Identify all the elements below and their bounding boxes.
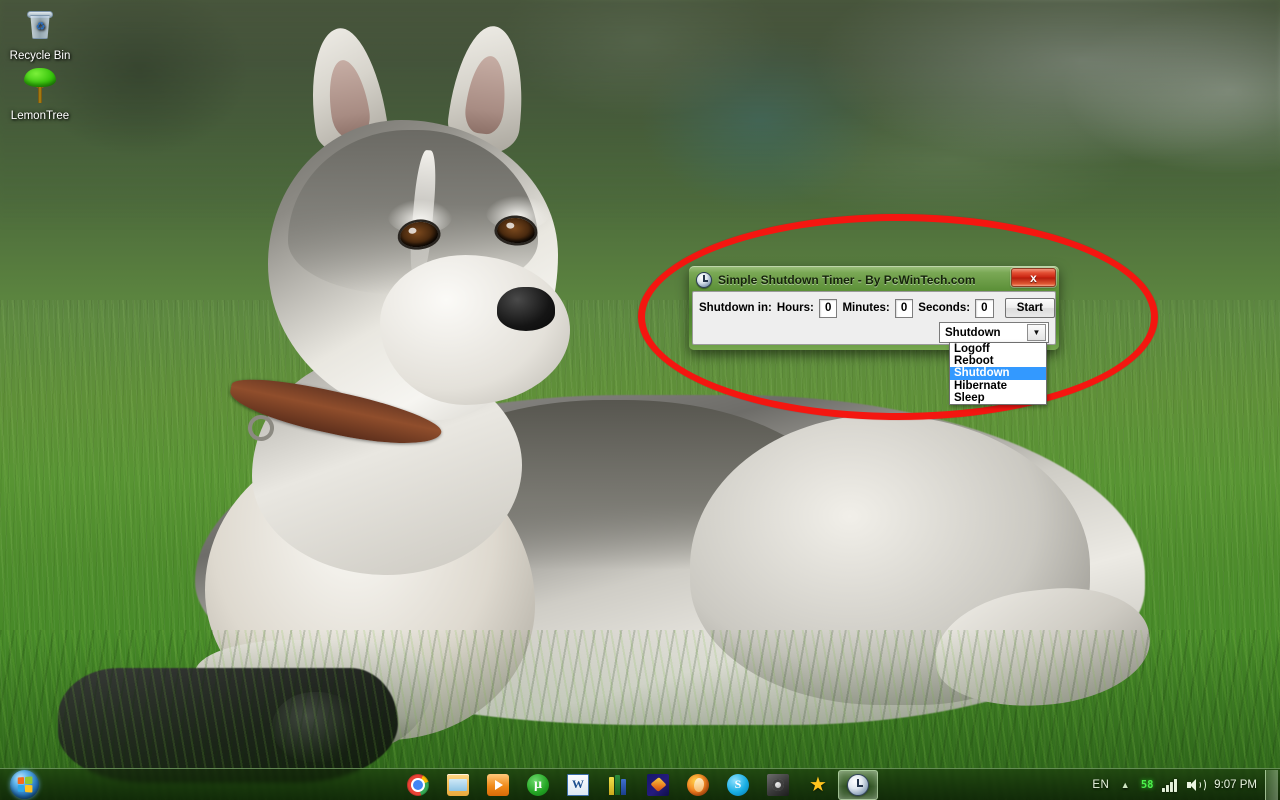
network-icon[interactable] — [1160, 777, 1184, 793]
desktop-icon-lemontree[interactable]: LemonTree — [2, 66, 78, 123]
recycle-bin-icon: ♻ — [2, 6, 78, 48]
taskbar-item-chrome[interactable] — [398, 770, 438, 800]
language-indicator[interactable]: EN — [1085, 779, 1116, 791]
taskbar-item-media-player[interactable] — [478, 770, 518, 800]
windows-logo-icon — [9, 770, 39, 799]
chevron-down-icon[interactable]: ▼ — [1027, 324, 1046, 341]
dropdown-item-logoff[interactable]: Logoff — [950, 343, 1046, 355]
show-desktop-button[interactable] — [1265, 769, 1278, 800]
taskbar-item-file-explorer[interactable] — [438, 770, 478, 800]
taskbar-item-utorrent[interactable]: µ — [518, 770, 558, 800]
taskbar-item-photo-editor[interactable] — [638, 770, 678, 800]
desktop-screen: ♻ Recycle Bin LemonTree Simple Shutdown … — [0, 0, 1280, 800]
window-client-area: Shutdown in: Hours: 0 Minutes: 0 Seconds… — [692, 291, 1056, 345]
dog-ear-inner-right — [462, 53, 511, 136]
taskbar-item-star-app[interactable]: ★ — [798, 770, 838, 800]
taskbar-item-ccleaner[interactable] — [678, 770, 718, 800]
dropdown-item-reboot[interactable]: Reboot — [950, 355, 1046, 367]
tree-icon — [2, 66, 78, 108]
disc-burner-icon — [767, 773, 789, 796]
minutes-input[interactable]: 0 — [894, 298, 914, 318]
system-tray: EN ▲ 58 9:07 PM — [1085, 769, 1280, 800]
clock-icon — [696, 272, 712, 288]
star-icon: ★ — [809, 773, 827, 796]
desktop-icon-recycle-bin[interactable]: ♻ Recycle Bin — [2, 6, 78, 63]
hours-input[interactable]: 0 — [818, 298, 838, 318]
volume-icon[interactable] — [1184, 777, 1208, 793]
taskbar-item-books[interactable] — [598, 770, 638, 800]
seconds-label: Seconds: — [918, 302, 971, 314]
utorrent-icon: µ — [527, 773, 549, 796]
timer-row: Shutdown in: Hours: 0 Minutes: 0 Seconds… — [693, 292, 1056, 318]
taskbar-item-shutdown-timer[interactable] — [838, 769, 878, 800]
dropdown-item-shutdown[interactable]: Shutdown — [950, 367, 1046, 380]
desktop-wallpaper — [0, 0, 1280, 800]
minutes-label: Minutes: — [842, 302, 890, 314]
taskbar-item-word[interactable]: W — [558, 770, 598, 800]
chrome-icon — [407, 773, 429, 796]
media-player-icon — [487, 773, 509, 796]
show-hidden-icons-button[interactable]: ▲ — [1116, 780, 1134, 790]
clock-display[interactable]: 9:07 PM — [1208, 779, 1265, 791]
action-dropdown-list[interactable]: Logoff Reboot Shutdown Hibernate Sleep — [949, 342, 1047, 405]
taskbar: µ W S ★ EN ▲ 58 9:07 PM — [0, 768, 1280, 800]
window-titlebar[interactable]: Simple Shutdown Timer - By PcWinTech.com… — [692, 268, 1056, 291]
clock-icon — [847, 773, 869, 796]
action-combobox[interactable]: Shutdown ▼ — [939, 322, 1049, 343]
hours-label: Hours: — [776, 302, 814, 314]
seconds-input[interactable]: 0 — [975, 298, 994, 318]
photo-editor-icon — [647, 773, 669, 796]
taskbar-item-skype[interactable]: S — [718, 770, 758, 800]
ccleaner-icon — [687, 773, 709, 796]
books-icon — [607, 774, 629, 796]
close-button[interactable]: x — [1011, 268, 1056, 287]
start-button[interactable]: Start — [1004, 298, 1056, 318]
file-explorer-icon — [447, 773, 469, 796]
word-icon: W — [567, 773, 589, 796]
shutdown-in-label: Shutdown in: — [699, 302, 772, 314]
taskbar-pinned-items: µ W S ★ — [398, 769, 878, 800]
dog-nose — [497, 287, 555, 331]
action-combobox-value: Shutdown — [945, 326, 1001, 339]
skype-icon: S — [727, 773, 749, 796]
memory-meter-icon[interactable]: 58 — [1134, 779, 1160, 791]
dropdown-item-hibernate[interactable]: Hibernate — [950, 380, 1046, 392]
window-title: Simple Shutdown Timer - By PcWinTech.com — [718, 273, 976, 287]
shutdown-timer-window: Simple Shutdown Timer - By PcWinTech.com… — [689, 266, 1059, 350]
desktop-icon-label: Recycle Bin — [9, 50, 71, 62]
desktop-icon-label: LemonTree — [10, 110, 70, 122]
taskbar-item-disc-burner[interactable] — [758, 770, 798, 800]
start-button[interactable] — [0, 770, 48, 800]
dropdown-item-sleep[interactable]: Sleep — [950, 392, 1046, 404]
